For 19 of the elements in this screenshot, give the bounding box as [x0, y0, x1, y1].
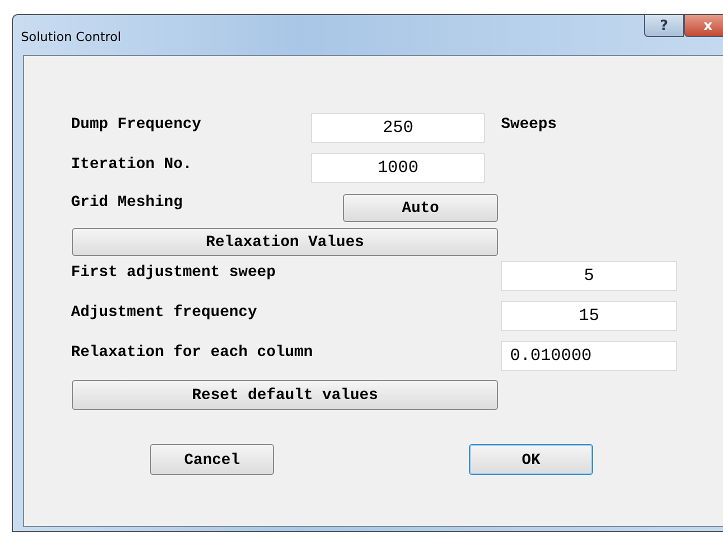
- field-label: Relaxation for each column: [71, 343, 314, 361]
- field-label: Grid Meshing: [71, 193, 184, 211]
- auto-button[interactable]: Auto: [343, 194, 498, 222]
- field-label: First adjustment sweep: [71, 263, 277, 281]
- reset-default-values-button[interactable]: Reset default values: [72, 380, 498, 410]
- input-field[interactable]: 250: [311, 113, 485, 143]
- window-title: Solution Control: [21, 29, 122, 44]
- field-label: Iteration No.: [71, 155, 193, 173]
- field-label: Dump Frequency: [71, 115, 202, 133]
- input-field[interactable]: 15: [501, 301, 677, 331]
- relaxation-values-button[interactable]: Relaxation Values: [72, 228, 498, 256]
- dialog-button[interactable]: OK: [469, 444, 593, 475]
- help-button[interactable]: ?: [644, 15, 684, 37]
- field-label: Adjustment frequency: [71, 303, 258, 321]
- unit-label: Sweeps: [501, 115, 557, 133]
- input-field[interactable]: 5: [501, 261, 677, 291]
- dialog-button[interactable]: Cancel: [150, 444, 274, 475]
- input-field[interactable]: 1000: [311, 153, 485, 183]
- input-field[interactable]: 0.010000: [501, 341, 677, 371]
